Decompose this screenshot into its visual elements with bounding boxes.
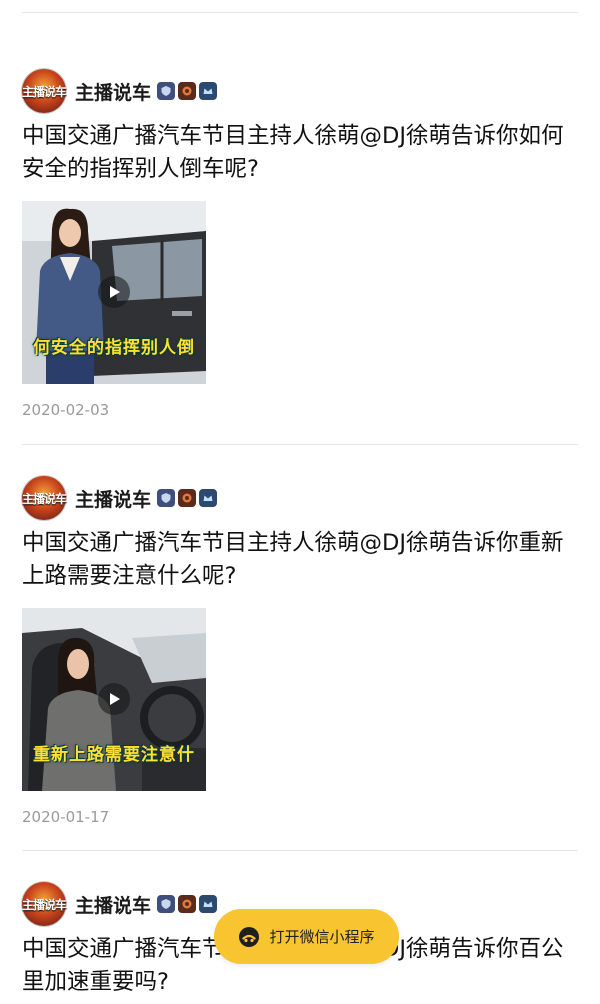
open-miniprogram-button[interactable]: 打开微信小程序 [214,909,399,964]
top-divider [22,12,578,13]
author-name[interactable]: 主播说车 [75,485,151,512]
avatar-text: 主播说车 [22,491,67,506]
author-badges [157,82,218,100]
video-thumbnail[interactable]: 何安全的指挥别人倒 [22,201,206,384]
shield-badge-icon [157,82,176,100]
avatar-text: 主播说车 [22,897,67,912]
post-date: 2020-01-17 [22,808,110,826]
open-miniprogram-label: 打开微信小程序 [269,928,375,946]
medal-badge-icon [178,82,197,100]
author-row[interactable]: 主播说车 主播说车 [22,68,218,114]
play-button[interactable] [98,683,130,715]
play-icon [110,693,120,705]
post-date: 2020-02-03 [22,401,110,419]
author-row[interactable]: 主播说车 主播说车 [22,881,218,927]
medal-badge-icon [178,489,197,507]
author-badges [157,895,218,913]
avatar[interactable]: 主播说车 [22,476,67,520]
shield-badge-icon [157,895,176,913]
avatar-text: 主播说车 [22,84,67,99]
play-icon [110,286,120,298]
miniprogram-icon [239,926,260,947]
crown-badge-icon [199,82,218,100]
post-title[interactable]: 中国交通广播汽车节目主持人徐萌@DJ徐萌告诉你重新上路需要注意什么呢? [22,527,578,593]
author-name[interactable]: 主播说车 [75,78,151,105]
post-divider [22,850,578,851]
post-card[interactable]: 主播说车 主播说车 中国交通广播汽车节目主持人徐萌@DJ徐萌告诉你重新上路需要注… [0,475,600,835]
post-divider [22,444,578,445]
shield-badge-icon [157,489,176,507]
avatar[interactable]: 主播说车 [22,882,67,926]
video-thumbnail[interactable]: 重新上路需要注意什 [22,608,206,791]
crown-badge-icon [199,489,218,507]
post-title[interactable]: 中国交通广播汽车节目主持人徐萌@DJ徐萌告诉你如何安全的指挥别人倒车呢? [22,120,578,186]
play-button[interactable] [98,276,130,308]
medal-badge-icon [178,895,197,913]
author-row[interactable]: 主播说车 主播说车 [22,475,218,521]
post-card[interactable]: 主播说车 主播说车 中国交通广播汽车节目主持人徐萌@DJ徐萌告诉你如何安全的指挥… [0,68,600,428]
author-badges [157,489,218,507]
video-caption: 重新上路需要注意什 [33,745,195,765]
avatar[interactable]: 主播说车 [22,69,67,113]
video-caption: 何安全的指挥别人倒 [33,338,195,358]
crown-badge-icon [199,895,218,913]
author-name[interactable]: 主播说车 [75,891,151,918]
